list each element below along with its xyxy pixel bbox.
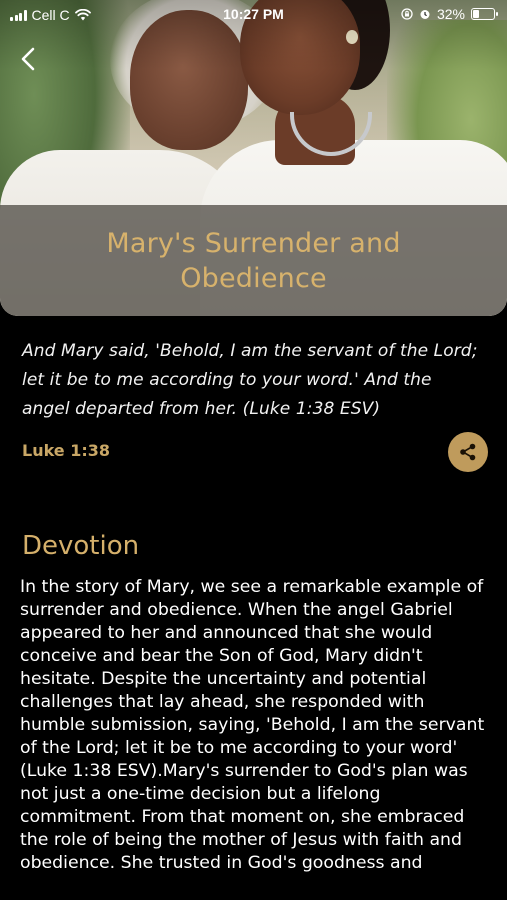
screen-lock-icon bbox=[401, 8, 413, 20]
title-band: Mary's Surrender and Obedience bbox=[0, 205, 507, 316]
share-icon bbox=[460, 443, 476, 461]
page-title: Mary's Surrender and Obedience bbox=[106, 227, 401, 294]
back-button[interactable] bbox=[14, 44, 44, 74]
status-bar: Cell C 10:27 PM 32% bbox=[0, 0, 507, 30]
battery-fill bbox=[473, 10, 480, 18]
verse-reference: Luke 1:38 bbox=[22, 441, 111, 460]
devotion-heading: Devotion bbox=[22, 531, 140, 561]
share-button[interactable] bbox=[448, 432, 488, 472]
status-right: 32% bbox=[401, 6, 498, 22]
devotion-body: In the story of Mary, we see a remarkabl… bbox=[20, 577, 485, 873]
battery-icon bbox=[471, 8, 498, 20]
alarm-icon bbox=[420, 10, 430, 19]
verse-text: And Mary said, 'Behold, I am the servant… bbox=[22, 341, 478, 419]
battery-percent: 32% bbox=[436, 6, 465, 22]
